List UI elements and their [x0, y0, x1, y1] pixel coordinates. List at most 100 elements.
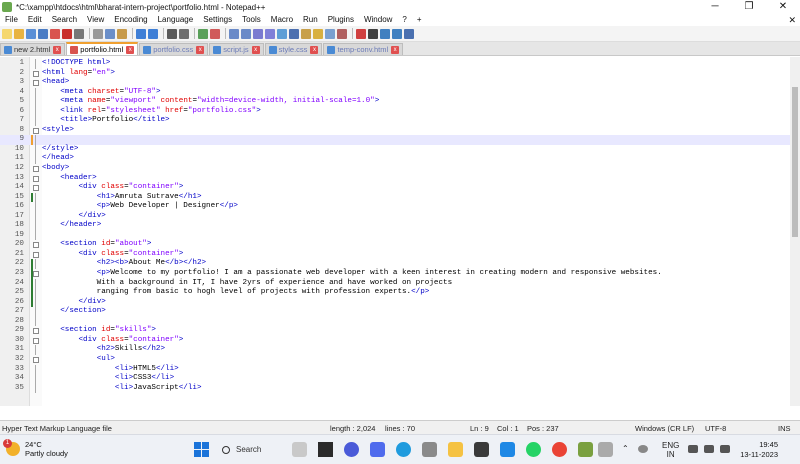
word-wrap-icon[interactable] [253, 28, 263, 39]
code-line[interactable]: 28 [0, 316, 790, 327]
close-window-button[interactable]: ✕ [766, 0, 800, 14]
menu-plus[interactable]: + [412, 14, 427, 26]
code-line[interactable]: 34 <li>CSS3</li> [0, 374, 790, 384]
app-dark-icon[interactable] [474, 442, 489, 457]
minimize-button[interactable]: ─ [698, 0, 732, 14]
code-line[interactable]: 13 <header> [0, 174, 790, 184]
menu-search[interactable]: Search [47, 14, 82, 26]
tab-script-js[interactable]: script.js x [209, 43, 264, 55]
code-line[interactable]: 8 <style> [0, 126, 790, 136]
vertical-scrollbar[interactable] [790, 57, 800, 406]
code-line[interactable]: 7 <title>Portfolio</title> [0, 116, 790, 126]
taskbar-clock[interactable]: 19:45 13-11-2023 [740, 440, 778, 460]
tab-new-2-html[interactable]: new 2.html x [0, 43, 66, 55]
tab-portfolio-css[interactable]: portfolio.css x [139, 43, 209, 55]
menu-settings[interactable]: Settings [198, 14, 237, 26]
menu-file[interactable]: File [0, 14, 23, 26]
tab-close-icon[interactable]: x [196, 45, 205, 54]
fold-toggle-icon[interactable] [33, 271, 39, 278]
define-language-icon[interactable] [289, 28, 299, 39]
code-line[interactable]: 9 [0, 135, 790, 145]
sync-horizontal-icon[interactable] [241, 28, 251, 39]
save-icon[interactable] [26, 28, 36, 39]
vscode-icon[interactable] [500, 442, 515, 457]
cut-icon[interactable] [93, 28, 103, 39]
redo-icon[interactable] [148, 28, 158, 39]
tray-expand-icon[interactable]: ⌃ [622, 444, 629, 453]
code-line[interactable]: 29 <section id="skills"> [0, 326, 790, 336]
start-windows-icon[interactable] [194, 442, 209, 457]
code-line[interactable]: 27 </section> [0, 307, 790, 317]
document-map-icon[interactable] [301, 28, 311, 39]
menu-window[interactable]: Window [359, 14, 397, 26]
fold-toggle-icon[interactable] [33, 328, 39, 335]
teams-icon[interactable] [370, 442, 385, 457]
onedrive-icon[interactable] [638, 445, 648, 453]
code-line[interactable]: 33 <li>HTML5</li> [0, 364, 790, 375]
task-view-icon[interactable] [292, 442, 307, 457]
save-macro-icon[interactable] [404, 28, 414, 39]
app-other-icon[interactable] [598, 442, 613, 457]
close-all-icon[interactable] [62, 28, 72, 39]
code-line[interactable]: 24 With a background in IT, I have 2yrs … [0, 278, 790, 289]
code-line[interactable]: 6 <link rel="stylesheet" href="portfolio… [0, 106, 790, 117]
find-icon[interactable] [167, 28, 177, 39]
whatsapp-icon[interactable] [526, 442, 541, 457]
menu-help[interactable]: ? [397, 14, 411, 26]
play-macro-icon[interactable] [380, 28, 390, 39]
code-line[interactable]: 18 </header> [0, 221, 790, 231]
fold-toggle-icon[interactable] [33, 127, 39, 134]
weather-widget[interactable]: 1 24°C Partly cloudy [3, 439, 68, 458]
code-line[interactable]: 30 <div class="container"> [0, 336, 790, 346]
code-line[interactable]: 32 <ul> [0, 355, 790, 365]
code-line[interactable]: 20 <section id="about"> [0, 240, 790, 250]
code-line[interactable]: 2 <html lang="en"> [0, 69, 790, 79]
app-l-icon[interactable] [318, 442, 333, 457]
wifi-icon[interactable] [688, 445, 698, 453]
tab-close-icon[interactable]: x [53, 45, 62, 54]
close-file-icon[interactable] [50, 28, 60, 39]
save-all-icon[interactable] [38, 28, 48, 39]
new-file-icon[interactable] [2, 28, 12, 39]
code-line[interactable]: 3 <head> [0, 78, 790, 88]
taskbar-search[interactable]: Search [222, 442, 261, 457]
indent-guide-icon[interactable] [277, 28, 287, 39]
fold-toggle-icon[interactable] [33, 251, 39, 258]
replace-icon[interactable] [179, 28, 189, 39]
code-line[interactable]: 23 <p>Welcome to my portfolio! I am a pa… [0, 269, 790, 279]
code-line[interactable]: 11 </head> [0, 154, 790, 165]
zoom-out-icon[interactable] [210, 28, 220, 39]
fold-toggle-icon[interactable] [33, 166, 39, 173]
code-line[interactable]: 19 [0, 230, 790, 241]
menu-language[interactable]: Language [153, 14, 199, 26]
app-store-icon[interactable] [422, 442, 437, 457]
code-line[interactable]: 5 <meta name="viewport" content="width=d… [0, 97, 790, 107]
maximize-button[interactable]: ❐ [732, 0, 766, 14]
code-line[interactable]: 1 <!DOCTYPE html> [0, 59, 790, 69]
code-line[interactable]: 15 <h1>Amruta Sutrave</h1> [0, 192, 790, 203]
code-line[interactable]: 22 <h2><b>About Me</b></h2> [0, 259, 790, 270]
function-list-icon[interactable] [313, 28, 323, 39]
code-line[interactable]: 14 <div class="container"> [0, 183, 790, 193]
menu-macro[interactable]: Macro [266, 14, 298, 26]
code-line[interactable]: 26 </div> [0, 297, 790, 308]
volume-icon[interactable] [704, 445, 714, 453]
tab-close-icon[interactable]: x [310, 45, 319, 54]
paste-icon[interactable] [117, 28, 127, 39]
battery-icon[interactable] [720, 445, 730, 453]
fold-toggle-icon[interactable] [33, 185, 39, 192]
monitoring-icon[interactable] [337, 28, 347, 39]
close-document-button[interactable]: ✕ [788, 14, 796, 26]
tab-close-icon[interactable]: x [391, 45, 400, 54]
menu-run[interactable]: Run [298, 14, 323, 26]
stop-macro-icon[interactable] [368, 28, 378, 39]
code-line[interactable]: 10 </style> [0, 144, 790, 155]
open-file-icon[interactable] [14, 28, 24, 39]
undo-icon[interactable] [136, 28, 146, 39]
print-icon[interactable] [74, 28, 84, 39]
code-line[interactable]: 16 <p>Web Developer | Designer</p> [0, 202, 790, 212]
fold-toggle-icon[interactable] [33, 80, 39, 87]
tab-close-icon[interactable]: x [251, 45, 260, 54]
vertical-scroll-thumb[interactable] [792, 87, 798, 237]
run-macro-multiple-icon[interactable] [392, 28, 402, 39]
